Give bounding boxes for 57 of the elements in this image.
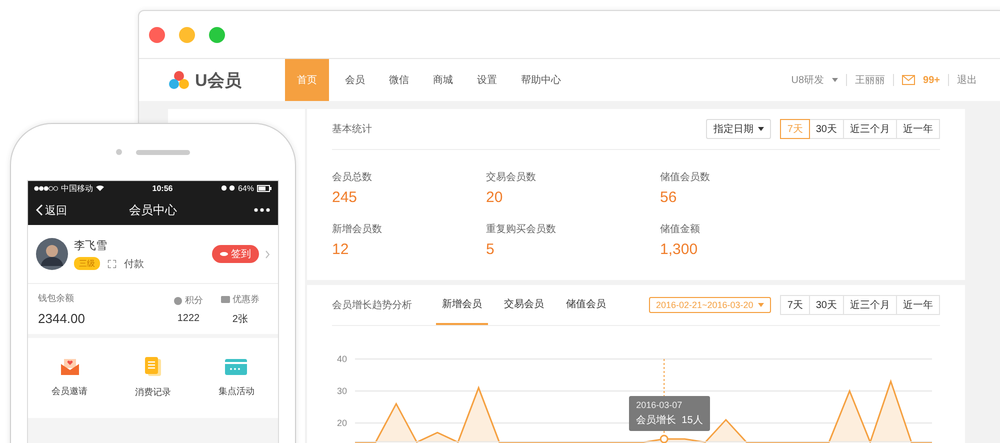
back-button[interactable]: 返回	[36, 202, 67, 218]
axis-label: 30	[336, 386, 347, 396]
status-time: 10:56	[152, 184, 173, 192]
stat-label: 会员总数	[332, 170, 373, 184]
range-button[interactable]: 近三个月	[843, 295, 897, 315]
logo-text: U会员	[195, 70, 242, 92]
stat-value: 20	[486, 189, 504, 206]
range-button[interactable]: 近一年	[896, 119, 940, 139]
logout-link[interactable]: 退出	[957, 73, 977, 87]
stat-value: 245	[332, 189, 358, 206]
org-name[interactable]: U8研发	[791, 73, 824, 87]
tooltip-date: 2016-03-07	[636, 400, 684, 410]
action-item[interactable]: 会员邀请	[28, 338, 112, 418]
stat-value: 5	[486, 241, 496, 258]
action-item[interactable]: 消费记录	[111, 338, 195, 418]
balance-value: 2344.00	[38, 311, 85, 326]
nav-item[interactable]: 微信	[377, 59, 421, 101]
nav-item[interactable]: 设置	[465, 59, 509, 101]
level-badge: 三级	[74, 257, 100, 270]
axis-label: 40	[336, 354, 347, 364]
range-button[interactable]: 7天	[780, 295, 810, 315]
action-item[interactable]: 集点活动	[194, 338, 278, 418]
range-button[interactable]: 30天	[808, 119, 844, 139]
screen-title: 会员中心	[129, 202, 177, 218]
stat-value: 1,300	[660, 241, 699, 258]
range-button[interactable]: 近三个月	[843, 119, 897, 139]
date-dropdown[interactable]: 指定日期	[706, 119, 772, 139]
carrier-name: 中国移动	[61, 182, 93, 194]
pay-link[interactable]: 付款	[124, 256, 144, 270]
range-button[interactable]: 近一年	[896, 295, 940, 315]
coupons-value: 2张	[232, 312, 248, 326]
mail-count: 99+	[923, 74, 940, 86]
coupons-label: 优惠券	[232, 292, 260, 306]
member-name: 李飞雪	[74, 238, 108, 252]
card-title: 基本统计	[332, 122, 372, 136]
stat-label: 重复购买会员数	[486, 222, 557, 236]
nav-item[interactable]: 帮助中心	[509, 59, 573, 101]
stat-value: 12	[332, 241, 350, 258]
nav-item[interactable]: 商城	[421, 59, 465, 101]
stat-label: 储值金额	[660, 222, 701, 236]
nav-item[interactable]: 会员	[333, 59, 377, 101]
balance-label: 钱包余额	[38, 292, 74, 305]
card-title: 会员增长趋势分析	[332, 298, 412, 312]
tab[interactable]: 储值会员	[560, 285, 612, 325]
axis-label: 20	[336, 418, 347, 428]
stat-label: 交易会员数	[486, 170, 537, 184]
tooltip-value: 会员增长 15人	[636, 414, 703, 427]
stat-label: 储值会员数	[660, 170, 711, 184]
user-name[interactable]: 王丽丽	[855, 73, 886, 87]
tab[interactable]: 交易会员	[498, 285, 550, 325]
stat-label: 新增会员数	[332, 222, 383, 236]
range-button[interactable]: 30天	[808, 295, 844, 315]
battery-percent: 64%	[238, 184, 254, 192]
tab[interactable]: 新增会员	[436, 285, 488, 325]
points-label: 积分	[184, 294, 203, 307]
stat-value: 56	[660, 189, 678, 206]
points-value: 1222	[177, 313, 200, 324]
